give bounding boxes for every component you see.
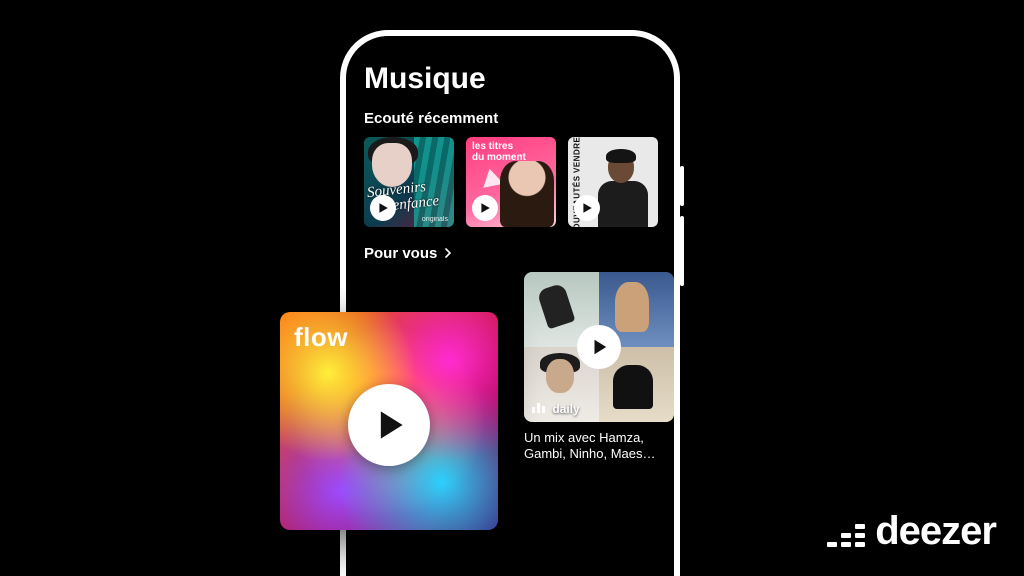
tile-corner-badge: originals xyxy=(422,216,448,223)
recently-played-row: Souvenirs d'enfance originals les titres… xyxy=(364,137,656,227)
phone-side-button xyxy=(680,166,684,206)
deezer-logo: deezer xyxy=(827,509,996,554)
deezer-wordmark: deezer xyxy=(875,509,996,554)
promo-stage: Musique Ecouté récemment Souvenirs d'enf… xyxy=(0,0,1024,576)
recently-played-text: Ecouté récemment xyxy=(364,110,498,127)
page-title: Musique xyxy=(364,62,656,96)
play-icon[interactable] xyxy=(574,195,600,221)
daily-badge: daily xyxy=(532,402,580,416)
equalizer-icon xyxy=(532,403,545,413)
section-for-you-label[interactable]: Pour vous xyxy=(364,245,656,262)
chevron-right-icon xyxy=(443,245,453,262)
phone-side-button xyxy=(680,216,684,286)
daily-caption: Un mix avec Hamza, Gambi, Ninho, Maes… xyxy=(524,430,674,463)
flow-label: flow xyxy=(294,322,348,353)
for-you-card-flow[interactable]: flow xyxy=(280,312,498,530)
tile-decor xyxy=(594,147,652,227)
tile-decor xyxy=(500,161,554,227)
daily-cover: daily xyxy=(524,272,674,422)
play-icon[interactable] xyxy=(370,195,396,221)
deezer-equalizer-icon xyxy=(827,517,865,547)
recent-tile-souvenirs[interactable]: Souvenirs d'enfance originals xyxy=(364,137,454,227)
tile-title: les titres du moment xyxy=(472,141,526,163)
for-you-card-daily[interactable]: daily Un mix avec Hamza, Gambi, Ninho, M… xyxy=(524,272,674,463)
play-icon[interactable] xyxy=(472,195,498,221)
play-icon[interactable] xyxy=(577,325,621,369)
section-recently-played-label: Ecouté récemment xyxy=(364,110,656,127)
play-icon[interactable] xyxy=(348,384,430,466)
recent-tile-titres-du-moment[interactable]: les titres du moment xyxy=(466,137,556,227)
for-you-text: Pour vous xyxy=(364,245,437,262)
recent-tile-nouveautes-vendredi[interactable]: NOUVEAUTÉS VENDREDI xyxy=(568,137,658,227)
